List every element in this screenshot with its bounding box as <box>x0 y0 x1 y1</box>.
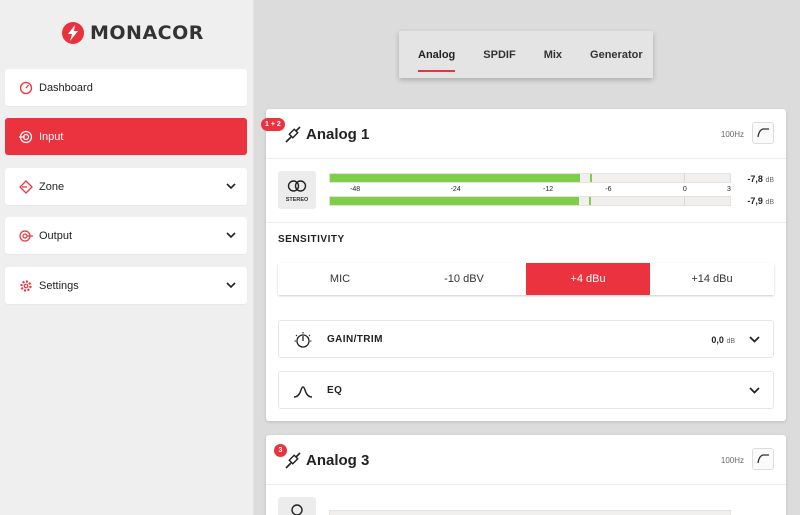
chevron-down-icon <box>749 387 760 394</box>
level-meter-left <box>329 510 731 515</box>
sidebar-item-label: Output <box>39 229 73 242</box>
eq-bell-curve-icon <box>293 386 313 398</box>
tab-generator[interactable]: Generator <box>590 49 643 61</box>
stereo-label: STEREO <box>285 197 309 203</box>
scale-tick: 3 <box>727 186 731 193</box>
highpass-filter-button[interactable] <box>752 448 774 470</box>
gain-trim-title: GAIN/TRIM <box>327 334 383 345</box>
eq-title: EQ <box>327 385 343 396</box>
gear-icon <box>19 279 33 293</box>
meter-peak <box>589 197 591 205</box>
scale-tick: 0 <box>682 186 687 193</box>
meter-peak <box>590 174 592 182</box>
sidebar-item-output[interactable]: Output <box>5 217 247 254</box>
input-tabs: Analog SPDIF Mix Generator <box>399 31 653 78</box>
sidebar-item-zone[interactable]: Zone <box>5 168 247 205</box>
output-icon <box>19 229 33 243</box>
stereo-link-button[interactable] <box>278 497 316 515</box>
gain-trim-accordion[interactable]: GAIN/TRIM 0,0 dB <box>278 320 774 358</box>
chevron-down-icon <box>226 183 236 190</box>
sidebar-item-label: Dashboard <box>39 81 93 94</box>
brand-name: MONACOR <box>90 22 204 44</box>
monacor-logo[interactable]: MONACOR <box>62 22 204 44</box>
meter-scale: -48 -24 -12 -6 0 3 <box>329 186 731 196</box>
jack-plug-icon <box>285 452 301 469</box>
stereo-link-button[interactable]: STEREO <box>278 171 316 209</box>
chevron-down-icon <box>749 336 760 343</box>
highpass-filter-button[interactable] <box>752 122 774 144</box>
card-header: 3 Analog 3 100Hz <box>266 435 786 485</box>
highpass-icon <box>757 454 769 464</box>
scale-tick: -6 <box>605 186 612 193</box>
card-title: Analog 1 <box>306 126 370 143</box>
scale-tick: -12 <box>543 186 554 193</box>
level-meter-left <box>329 173 731 183</box>
highpass-icon <box>757 128 769 138</box>
level-meter-row: STEREO -48 -24 -12 -6 0 3 -7,8 dB -7,9 d… <box>266 159 786 223</box>
sensitivity-selector: MIC -10 dBV +4 dBu +14 dBu <box>278 263 774 295</box>
meter-zero-mark <box>684 197 685 205</box>
filter-frequency: 100Hz <box>720 456 744 465</box>
input-icon <box>19 130 33 144</box>
gauge-icon <box>19 81 33 95</box>
sidebar-item-label: Settings <box>39 279 79 292</box>
input-card-analog-1: 1 + 2 Analog 1 100Hz STEREO -48 -24 -12 … <box>261 109 786 421</box>
tab-analog[interactable]: Analog <box>418 49 456 72</box>
sensitivity-label: SENSITIVITY <box>278 234 345 245</box>
chevron-down-icon <box>226 282 236 289</box>
logo-bolt-icon <box>62 22 84 44</box>
sensitivity-option-plus14dbu[interactable]: +14 dBu <box>650 263 774 295</box>
level-readout-right: -7,9 dB <box>747 196 774 206</box>
sensitivity-option-minus10dbv[interactable]: -10 dBV <box>402 263 526 295</box>
sidebar-item-label: Zone <box>39 180 65 193</box>
scale-tick: -48 <box>350 186 361 193</box>
sidebar: MONACOR Dashboard Input Zone Output Sett… <box>0 0 254 515</box>
level-meter-right <box>329 196 731 206</box>
gain-knob-icon <box>294 332 312 348</box>
zone-icon <box>19 179 33 194</box>
scale-tick: -24 <box>450 186 461 193</box>
card-header: 1 + 2 Analog 1 100Hz <box>261 109 786 159</box>
level-readout-left: -7,8 dB <box>747 174 774 184</box>
filter-frequency: 100Hz <box>720 130 744 139</box>
meter-fill <box>330 197 579 205</box>
jack-plug-icon <box>285 126 301 143</box>
eq-accordion[interactable]: EQ <box>278 371 774 409</box>
stereo-rings-icon <box>287 180 307 192</box>
input-card-analog-3: 3 Analog 3 100Hz <box>266 435 786 515</box>
sidebar-item-label: Input <box>39 130 64 143</box>
sidebar-item-settings[interactable]: Settings <box>5 267 247 304</box>
meter-fill <box>330 174 580 182</box>
sidebar-item-dashboard[interactable]: Dashboard <box>5 69 247 106</box>
chevron-down-icon <box>226 232 236 239</box>
gain-trim-value: 0,0 dB <box>711 335 735 345</box>
sensitivity-option-plus4dbu[interactable]: +4 dBu <box>526 263 650 295</box>
sensitivity-option-mic[interactable]: MIC <box>278 263 402 295</box>
mic-icon <box>291 504 303 515</box>
card-title: Analog 3 <box>306 452 370 469</box>
tab-mix[interactable]: Mix <box>544 49 562 61</box>
tab-spdif[interactable]: SPDIF <box>483 49 515 61</box>
sidebar-item-input[interactable]: Input <box>5 118 247 155</box>
meter-zero-mark <box>684 174 685 182</box>
